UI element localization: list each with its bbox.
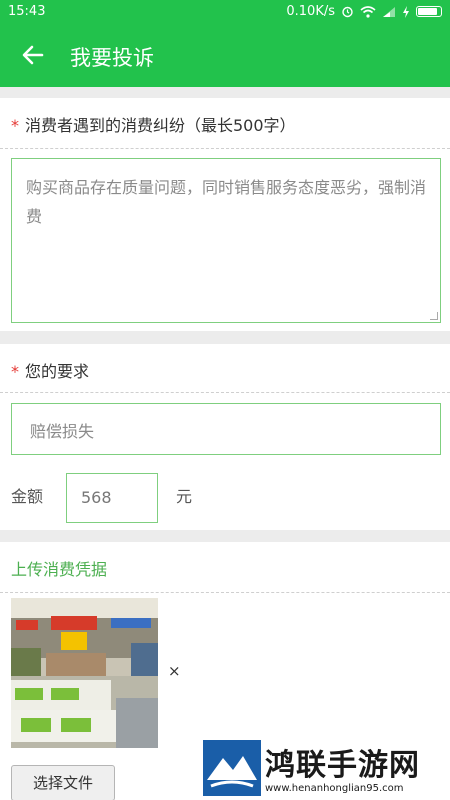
status-indicators: 0.10K/s: [286, 4, 442, 19]
battery-icon: [416, 6, 442, 17]
alarm-icon: [342, 6, 353, 18]
required-asterisk: *: [11, 116, 19, 135]
resize-handle[interactable]: [430, 312, 438, 320]
site-logo-icon: [203, 740, 261, 796]
divider: [0, 148, 450, 149]
app-bar: 我要投诉: [0, 24, 450, 87]
amount-input[interactable]: 568: [66, 473, 158, 523]
demand-input[interactable]: 赔偿损失: [11, 403, 441, 455]
upload-title: 上传消费凭据: [11, 560, 108, 579]
remove-image-icon[interactable]: ×: [168, 662, 181, 680]
status-bar: 15:43 0.10K/s: [0, 0, 450, 24]
amount-label: 金额: [11, 487, 44, 506]
demand-value: 赔偿损失: [30, 422, 95, 441]
dispute-section: * 消费者遇到的消费纠纷（最长500字） 购买商品存在质量问题，同时销售服务态度恶…: [0, 98, 450, 331]
page-title: 我要投诉: [70, 46, 154, 70]
divider: [0, 592, 450, 593]
amount-value: 568: [81, 488, 112, 507]
divider: [0, 392, 450, 393]
demand-section: * 您的要求 赔偿损失 金额 568 元: [0, 344, 450, 530]
back-arrow-icon[interactable]: [18, 40, 48, 70]
status-time: 15:43: [8, 4, 46, 19]
watermark-brand: 鸿联手游网: [265, 748, 420, 783]
receipt-thumbnail[interactable]: [11, 598, 158, 748]
demand-label-text: 您的要求: [25, 362, 90, 381]
watermark: 鸿联手游网 www.henanhonglian95.com: [203, 740, 450, 800]
dispute-label-text: 消费者遇到的消费纠纷（最长500字）: [25, 116, 296, 135]
wifi-icon: [360, 5, 376, 18]
dispute-text: 购买商品存在质量问题，同时销售服务态度恶劣，强制消费: [26, 178, 427, 226]
choose-file-button[interactable]: 选择文件: [11, 765, 115, 800]
network-speed: 0.10K/s: [286, 4, 335, 19]
dispute-label: * 消费者遇到的消费纠纷（最长500字）: [11, 112, 296, 136]
watermark-url: www.henanhonglian95.com: [265, 783, 404, 794]
charging-icon: [403, 5, 409, 18]
required-asterisk: *: [11, 362, 19, 381]
signal-icon: [383, 6, 395, 17]
dispute-textarea[interactable]: 购买商品存在质量问题，同时销售服务态度恶劣，强制消费: [11, 158, 441, 323]
currency-unit: 元: [176, 487, 193, 506]
demand-label: * 您的要求: [11, 358, 89, 382]
store-photo: [11, 598, 158, 748]
